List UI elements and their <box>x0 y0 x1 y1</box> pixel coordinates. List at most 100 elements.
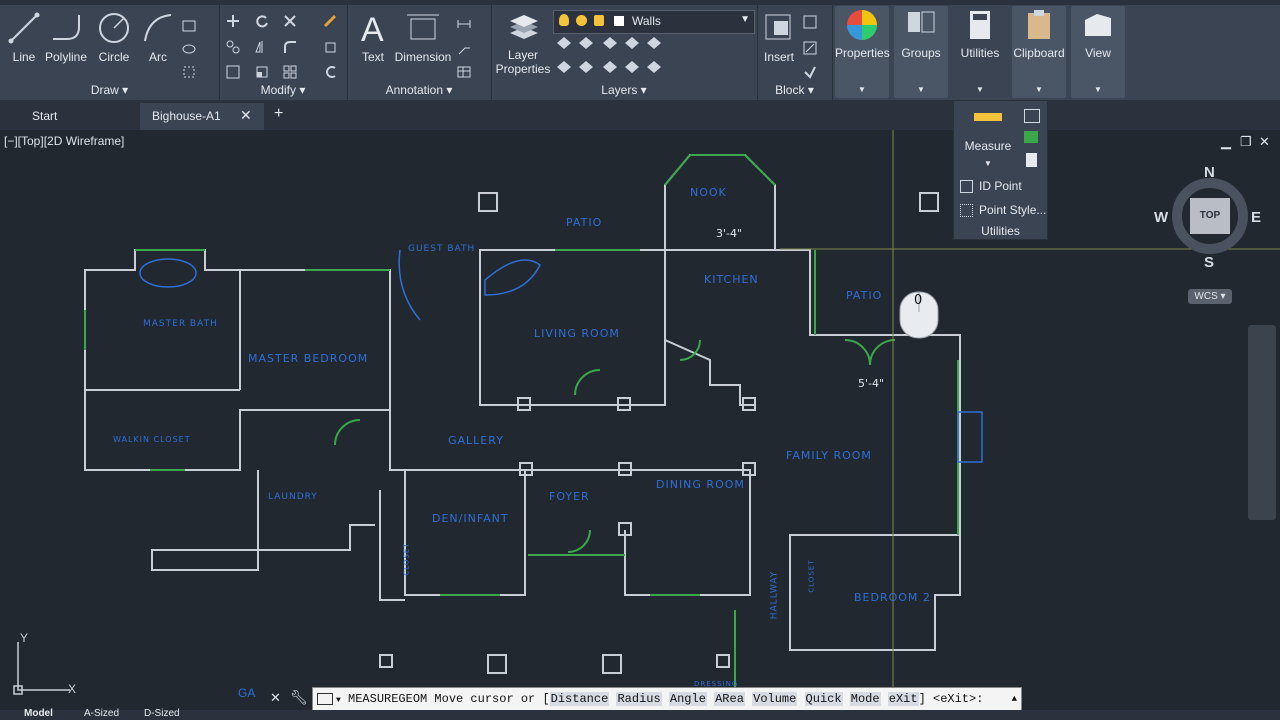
calculator-icon <box>970 11 990 39</box>
command-option-distance[interactable]: Distance <box>549 692 610 706</box>
quick-select-icon[interactable] <box>1024 109 1040 123</box>
command-prompt-icon[interactable] <box>317 692 333 705</box>
command-option-area[interactable]: ARea <box>714 692 745 706</box>
command-option-exit[interactable]: eXit <box>887 692 919 706</box>
viewcube-top-face[interactable]: TOP <box>1190 198 1230 234</box>
command-option-radius[interactable]: Radius <box>616 692 662 706</box>
dimension-icon <box>407 14 439 40</box>
caret-icon: ▼ <box>1094 85 1102 94</box>
modify-panel: Modify ▾ <box>219 5 348 100</box>
viewcube[interactable]: TOP N S E W <box>1154 164 1261 271</box>
linear-dim-icon[interactable] <box>457 17 471 31</box>
view-icon <box>1085 14 1111 36</box>
leader-icon[interactable] <box>457 42 471 56</box>
new-tab-icon[interactable]: + <box>274 105 283 123</box>
command-option-volume[interactable]: Volume <box>752 692 798 706</box>
create-block-icon[interactable] <box>803 15 817 29</box>
polyline-tool[interactable]: Polyline <box>42 11 90 64</box>
layer-tool-icon[interactable] <box>647 61 661 73</box>
sun-icon <box>576 15 587 26</box>
layer-tool-icon[interactable] <box>603 61 617 73</box>
boundary-icon[interactable] <box>182 65 196 79</box>
draw-panel-label[interactable]: Draw ▾ <box>0 83 219 97</box>
properties-button[interactable]: Properties ▼ <box>835 6 890 98</box>
line-tool[interactable]: Line <box>6 11 42 64</box>
command-line[interactable]: ▼ MEASUREGEOM Move cursor or [Distance R… <box>312 687 1022 711</box>
layer-tool-icon[interactable] <box>579 61 593 73</box>
offset-icon[interactable] <box>323 65 337 79</box>
block-attribute-icon[interactable] <box>803 65 817 79</box>
view-button[interactable]: View ▼ <box>1071 6 1125 98</box>
rotate-icon[interactable] <box>255 14 269 28</box>
layer-tool-icon[interactable] <box>603 37 617 49</box>
layer-tool-icon[interactable] <box>647 37 661 49</box>
clipboard-button[interactable]: Clipboard ▼ <box>1012 6 1066 98</box>
layers-panel-label[interactable]: Layers ▾ <box>491 83 757 97</box>
copy-icon[interactable] <box>226 40 240 54</box>
close-tab-icon[interactable]: ✕ <box>240 107 252 124</box>
arc-icon <box>144 14 172 42</box>
layer-tool-icon[interactable] <box>625 61 639 73</box>
layer-tool-icon[interactable] <box>557 61 571 73</box>
erase-icon[interactable] <box>323 14 337 28</box>
insert-tool[interactable]: Insert <box>759 11 799 64</box>
array-icon[interactable] <box>283 65 297 79</box>
fillet-icon[interactable] <box>283 40 297 54</box>
utilities-button[interactable]: Utilities ▼ <box>953 6 1007 98</box>
compass-s[interactable]: S <box>1204 254 1214 271</box>
command-close-icon[interactable]: ✕ <box>270 690 281 706</box>
stretch-icon[interactable] <box>226 65 240 79</box>
caret-icon: ▼ <box>1035 85 1043 94</box>
circle-tool[interactable]: Circle <box>94 11 134 64</box>
modify-panel-label[interactable]: Modify ▾ <box>219 83 347 97</box>
layer-properties-tool[interactable]: Layer Properties <box>493 11 553 76</box>
mirror-icon[interactable] <box>255 40 269 54</box>
wcs-menu[interactable]: WCS ▾ <box>1188 289 1232 304</box>
layer-tool-icon[interactable] <box>579 37 593 49</box>
trim-icon[interactable] <box>283 14 297 28</box>
compass-e[interactable]: E <box>1251 209 1261 226</box>
command-option-angle[interactable]: Angle <box>668 692 707 706</box>
move-icon[interactable] <box>226 14 240 28</box>
tab-start[interactable]: Start <box>20 103 69 130</box>
groups-button[interactable]: Groups ▼ <box>894 6 948 98</box>
scale-icon[interactable] <box>255 65 269 79</box>
rectangle-icon[interactable] <box>182 19 196 33</box>
draw-panel: Line Polyline Circle Arc Draw ▾ <box>0 5 220 100</box>
select-similar-icon[interactable] <box>1024 131 1038 143</box>
text-tool[interactable]: A Text <box>353 9 393 64</box>
compass-w[interactable]: W <box>1154 209 1168 226</box>
layer-tool-icon[interactable] <box>557 37 571 49</box>
text-icon: A <box>361 11 384 49</box>
calculator-small-icon[interactable] <box>1026 153 1037 167</box>
edit-block-icon[interactable] <box>803 41 817 55</box>
hatch-icon[interactable] <box>182 42 196 56</box>
layer-tool-icon[interactable] <box>625 37 639 49</box>
id-point-item[interactable]: ID Point <box>960 179 1022 194</box>
compass-n[interactable]: N <box>1204 164 1215 181</box>
arc-tool[interactable]: Arc <box>140 11 176 64</box>
explode-icon[interactable] <box>323 40 337 54</box>
point-style-item[interactable]: Point Style... <box>960 203 1046 218</box>
id-point-icon <box>960 180 973 194</box>
svg-text:A: A <box>361 11 384 45</box>
layer-dropdown[interactable]: Walls ▼ <box>553 10 755 34</box>
command-option-quick[interactable]: Quick <box>804 692 843 706</box>
tab-layout-a[interactable]: A-Sized <box>84 708 119 719</box>
circle-icon <box>99 13 129 43</box>
block-panel-label[interactable]: Block ▾ <box>757 83 832 97</box>
point-style-icon <box>960 204 973 218</box>
utilities-dropdown-title: Utilities <box>981 224 1020 238</box>
dimension-tool[interactable]: Dimension <box>393 11 453 64</box>
command-customize-icon[interactable]: 🔧︎ <box>290 689 308 706</box>
command-option-mode[interactable]: Mode <box>849 692 881 706</box>
line-icon <box>8 12 40 44</box>
annotation-panel-label[interactable]: Annotation ▾ <box>347 83 491 97</box>
measure-button[interactable]: Measure ▼ <box>962 109 1014 171</box>
tab-layout-d[interactable]: D-Sized <box>144 708 180 719</box>
tab-model[interactable]: Model <box>24 708 53 719</box>
table-icon[interactable] <box>457 65 471 79</box>
command-history-icon[interactable]: ▲ <box>1012 688 1017 710</box>
ribbon: Line Polyline Circle Arc Draw ▾ Modify ▾… <box>0 0 1280 100</box>
navigation-bar[interactable] <box>1248 325 1276 520</box>
